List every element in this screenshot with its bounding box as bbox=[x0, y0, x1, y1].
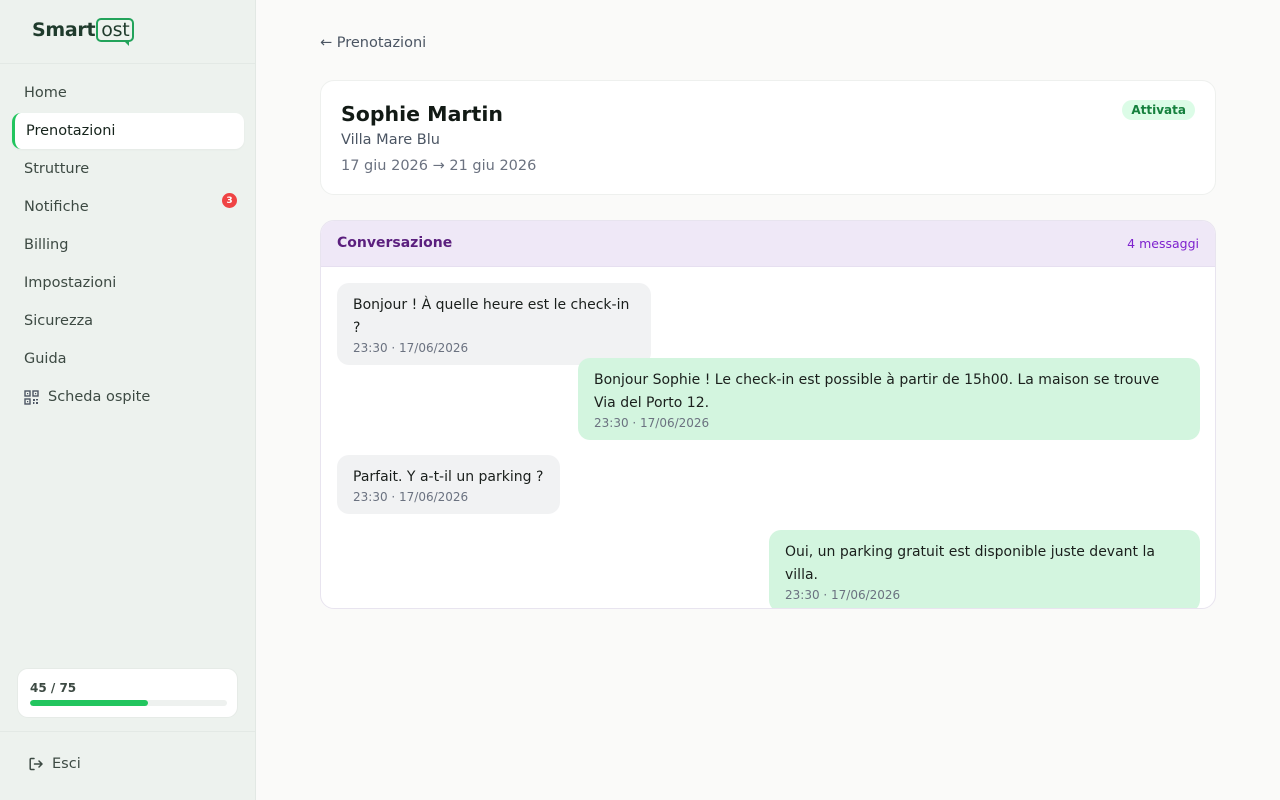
sidebar-item-sicurezza[interactable]: Sicurezza bbox=[12, 303, 244, 339]
booking-summary-card: Sophie Martin Villa Mare Blu 17 giu 2026… bbox=[320, 80, 1216, 195]
property-name: Villa Mare Blu bbox=[341, 132, 440, 148]
sidebar-item-strutture[interactable]: Strutture bbox=[12, 151, 244, 187]
logout-icon bbox=[29, 757, 43, 771]
sidebar-item-label: Impostazioni bbox=[24, 275, 117, 291]
conversation-card: Conversazione 4 messaggi Bonjour ! À que… bbox=[320, 220, 1216, 609]
divider bbox=[0, 63, 255, 64]
guest-name: Sophie Martin bbox=[341, 102, 503, 126]
sidebar-item-impostazioni[interactable]: Impostazioni bbox=[12, 265, 244, 301]
message-text: Parfait. Y a-t-il un parking ? bbox=[353, 469, 544, 485]
message-outgoing: Oui, un parking gratuit est disponible j… bbox=[769, 530, 1200, 608]
app-logo[interactable]: Smart ost bbox=[32, 18, 135, 46]
message-timestamp: 23:30 · 17/06/2026 bbox=[594, 416, 710, 430]
sidebar-item-label: Notifiche bbox=[24, 199, 89, 215]
sidebar-nav: Home Prenotazioni Strutture Notifiche 3 … bbox=[12, 75, 244, 417]
stay-dates: 17 giu 2026 → 21 giu 2026 bbox=[341, 158, 537, 174]
sidebar-item-home[interactable]: Home bbox=[12, 75, 244, 111]
quota-progress-track bbox=[30, 700, 227, 706]
conversation-title: Conversazione bbox=[337, 235, 453, 251]
message-timestamp: 23:30 · 17/06/2026 bbox=[785, 588, 901, 602]
divider bbox=[0, 731, 255, 732]
message-outgoing: Bonjour Sophie ! Le check-in est possibl… bbox=[578, 358, 1200, 440]
sidebar-item-prenotazioni[interactable]: Prenotazioni bbox=[12, 113, 244, 149]
logout-button[interactable]: Esci bbox=[28, 756, 81, 772]
logout-label: Esci bbox=[52, 756, 81, 772]
back-to-bookings-link[interactable]: ← Prenotazioni bbox=[320, 35, 426, 51]
sidebar-item-label: Billing bbox=[24, 237, 69, 253]
message-timestamp: 23:30 · 17/06/2026 bbox=[353, 341, 469, 355]
message-count: 4 messaggi bbox=[1127, 236, 1199, 251]
logo-prefix: Smart bbox=[32, 19, 96, 41]
logo-box: ost bbox=[96, 18, 135, 46]
qr-code-icon bbox=[24, 389, 39, 405]
sidebar-item-notifiche[interactable]: Notifiche 3 bbox=[12, 189, 244, 225]
notification-count-badge: 3 bbox=[222, 193, 237, 208]
message-timestamp: 23:30 · 17/06/2026 bbox=[353, 490, 469, 504]
sidebar: Smart ost Home Prenotazioni Strutture Not… bbox=[0, 0, 256, 800]
message-incoming: Bonjour ! À quelle heure est le check-in… bbox=[337, 283, 651, 365]
sidebar-item-scheda-ospite[interactable]: Scheda ospite bbox=[12, 379, 244, 415]
sidebar-item-label: Sicurezza bbox=[24, 313, 94, 329]
sidebar-item-label: Home bbox=[24, 85, 67, 101]
message-text: Oui, un parking gratuit est disponible j… bbox=[785, 544, 1155, 583]
status-badge: Attivata bbox=[1122, 100, 1195, 120]
quota-progress-fill bbox=[30, 700, 149, 706]
usage-quota-card: 45 / 75 bbox=[17, 668, 238, 718]
sidebar-item-label: Guida bbox=[24, 351, 67, 367]
sidebar-item-billing[interactable]: Billing bbox=[12, 227, 244, 263]
sidebar-item-label: Scheda ospite bbox=[48, 389, 151, 405]
sidebar-item-guida[interactable]: Guida bbox=[12, 341, 244, 377]
quota-text: 45 / 75 bbox=[30, 681, 77, 695]
sidebar-item-label: Prenotazioni bbox=[26, 123, 116, 139]
message-incoming: Parfait. Y a-t-il un parking ? 23:30 · 1… bbox=[337, 455, 560, 514]
message-text: Bonjour ! À quelle heure est le check-in… bbox=[353, 297, 630, 336]
message-text: Bonjour Sophie ! Le check-in est possibl… bbox=[594, 372, 1160, 411]
conversation-header: Conversazione 4 messaggi bbox=[321, 221, 1215, 267]
sidebar-item-label: Strutture bbox=[24, 161, 90, 177]
